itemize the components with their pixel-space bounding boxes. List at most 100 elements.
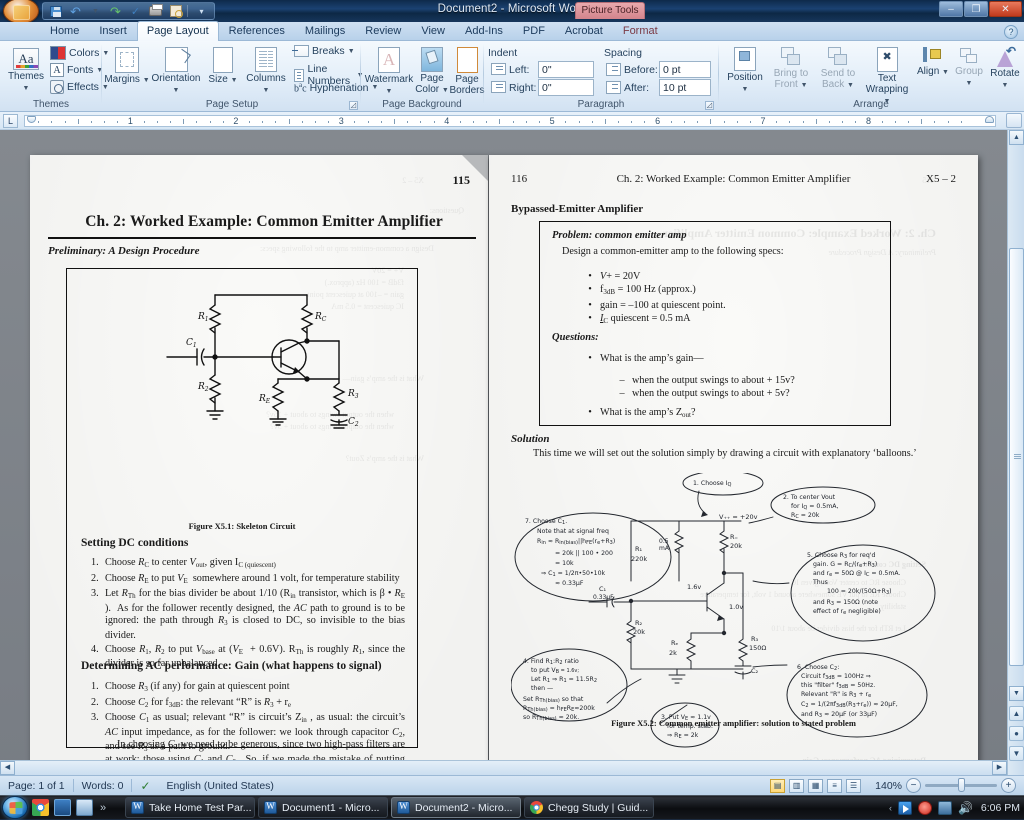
orientation-button[interactable]: Orientation ▼ <box>148 45 204 96</box>
close-button[interactable]: ✕ <box>989 1 1022 17</box>
tab-references[interactable]: References <box>219 21 295 41</box>
spacing-before-input[interactable]: 0 pt <box>659 61 711 78</box>
margins-button[interactable]: Margins ▼ <box>104 45 150 86</box>
antivirus-tray-icon[interactable] <box>917 801 932 815</box>
network-tray-icon[interactable] <box>937 801 952 815</box>
proofing-icon[interactable]: ✓ <box>132 778 158 794</box>
vertical-scrollbar[interactable]: ▲ ▼ ▲ ● ▼ <box>1007 130 1024 775</box>
outline-view-button[interactable]: ≡ <box>827 778 843 793</box>
list-item-text: What is the amp’s gain— <box>600 353 704 364</box>
scroll-left-arrow-icon[interactable]: ◀ <box>0 761 15 775</box>
tab-mailings[interactable]: Mailings <box>295 21 355 41</box>
tab-acrobat[interactable]: Acrobat <box>555 21 613 41</box>
minimize-button[interactable]: – <box>939 1 963 17</box>
align-button[interactable]: Align ▼ <box>915 45 951 78</box>
tab-stop-selector[interactable]: L <box>3 114 18 128</box>
scroll-right-arrow-icon[interactable]: ▶ <box>992 761 1007 775</box>
scroll-down-arrow-icon[interactable]: ▼ <box>1009 686 1024 701</box>
page-borders-button[interactable]: Page Borders <box>449 45 485 96</box>
word-count[interactable]: Words: 0 <box>74 778 132 794</box>
tab-add-ins[interactable]: Add-Ins <box>455 21 513 41</box>
right-indent-marker[interactable] <box>985 116 994 123</box>
system-clock[interactable]: 6:06 PM <box>981 802 1020 814</box>
indent-right-input[interactable]: 0" <box>538 79 594 96</box>
taskbar-button-document2[interactable]: Document2 - Micro... <box>391 797 521 818</box>
spacing-after-input[interactable]: 10 pt <box>659 79 711 96</box>
page-setup-dialog-launcher[interactable]: ◿ <box>349 101 358 110</box>
svg-text:R₌: R₌ <box>730 533 738 541</box>
ruler-view-toggle-icon[interactable] <box>1006 113 1022 128</box>
full-screen-reading-view-button[interactable]: ▥ <box>789 778 805 793</box>
breaks-button[interactable]: Breaks ▼ <box>292 45 355 57</box>
tab-view[interactable]: View <box>411 21 455 41</box>
tab-insert[interactable]: Insert <box>89 21 137 41</box>
zoom-slider-track[interactable] <box>925 778 997 792</box>
ruler-tick-label: 7 <box>760 116 766 126</box>
show-desktop-icon[interactable] <box>54 799 71 816</box>
vertical-scroll-thumb[interactable] <box>1009 248 1024 666</box>
horizontal-scrollbar[interactable]: ◀ ▶ <box>0 760 1007 775</box>
page-indicator[interactable]: Page: 1 of 1 <box>0 778 73 794</box>
tab-home[interactable]: Home <box>40 21 89 41</box>
tray-expand-icon[interactable]: ‹ <box>889 803 892 813</box>
start-button[interactable] <box>2 796 28 819</box>
send-to-back-button[interactable]: Send to Back ▼ <box>815 45 861 91</box>
quick-launch-overflow-button[interactable]: » <box>100 802 106 814</box>
rotate-button[interactable]: ↶ Rotate ▼ <box>987 45 1023 91</box>
svg-text:C₂: C₂ <box>751 667 759 675</box>
bring-to-front-button[interactable]: Bring to Front ▼ <box>767 45 815 91</box>
tab-review[interactable]: Review <box>355 21 411 41</box>
size-button[interactable]: Size ▼ <box>204 45 242 86</box>
columns-button[interactable]: Columns ▼ <box>242 45 290 96</box>
theme-fonts-button[interactable]: A Fonts ▼ <box>50 63 103 77</box>
tab-format[interactable]: Format <box>613 21 668 41</box>
page-color-button[interactable]: Page Color ▼ <box>415 45 449 96</box>
document-page-left[interactable]: X5 – 2 Questions: Design a common-emitte… <box>30 155 488 770</box>
taskbar-button-document1[interactable]: Document1 - Micro... <box>258 797 388 818</box>
svg-text:R₃: R₃ <box>751 635 759 643</box>
taskbar-button-take-home-test[interactable]: Take Home Test Par... <box>125 797 255 818</box>
annotated-solution-circuit: V₊₊ = +20v R₁ 220k 0.5 mA R₌ 20k C₁ 0.33… <box>511 473 936 748</box>
ruler-tick <box>591 121 593 123</box>
zoom-out-button[interactable]: − <box>906 778 921 793</box>
tab-pdf[interactable]: PDF <box>513 21 555 41</box>
taskbar-button-chegg-study[interactable]: Chegg Study | Guid... <box>524 797 654 818</box>
zoom-slider-handle[interactable] <box>958 778 965 792</box>
send-to-back-icon <box>828 47 848 67</box>
ruler-tick <box>301 121 303 123</box>
media-player-tray-icon[interactable] <box>897 801 912 815</box>
previous-page-button[interactable]: ▲ <box>1009 706 1024 721</box>
scroll-up-arrow-icon[interactable]: ▲ <box>1009 130 1024 145</box>
language-indicator[interactable]: English (United States) <box>159 778 282 794</box>
print-layout-view-button[interactable]: ▤ <box>770 778 786 793</box>
select-browse-object-button[interactable]: ● <box>1009 726 1024 741</box>
text-wrapping-button[interactable]: Text Wrapping ▼ <box>861 45 913 107</box>
web-layout-view-button[interactable]: ▦ <box>808 778 824 793</box>
chrome-icon[interactable] <box>32 799 49 816</box>
position-button[interactable]: Position ▼ <box>723 45 767 95</box>
zoom-level[interactable]: 140% <box>875 780 902 792</box>
document-canvas[interactable]: X5 – 2 Questions: Design a common-emitte… <box>0 130 1024 775</box>
indent-left-input[interactable]: 0" <box>538 61 594 78</box>
help-icon[interactable]: ? <box>1004 25 1018 39</box>
group-button[interactable]: Group ▼ <box>951 45 987 89</box>
left-page-heading: Ch. 2: Worked Example: Common Emitter Am… <box>85 213 443 230</box>
next-page-button[interactable]: ▼ <box>1009 746 1024 761</box>
horizontal-ruler[interactable]: L 1 2 3 4 5 6 7 8 <box>0 112 1024 130</box>
switch-windows-icon[interactable] <box>76 799 93 816</box>
volume-tray-icon[interactable]: 🔊 <box>958 801 973 815</box>
document-page-right[interactable]: 115 Ch. 2: Worked Example: Common Emitte… <box>489 155 978 770</box>
draft-view-button[interactable]: ☰ <box>846 778 862 793</box>
tab-page-layout[interactable]: Page Layout <box>136 21 219 41</box>
themes-button[interactable]: Aa Themes ▼ <box>4 46 48 94</box>
ruler-track[interactable]: 1 2 3 4 5 6 7 8 <box>24 115 996 127</box>
ruler-tick-label: 8 <box>865 116 871 126</box>
watermark-button[interactable]: A Watermark ▼ <box>363 45 415 97</box>
page-curl-decoration <box>462 155 488 181</box>
ruler-tick <box>855 121 857 123</box>
zoom-in-button[interactable]: + <box>1001 778 1016 793</box>
list-item: 1. Choose RC to center Vout, given IC (qu… <box>81 557 405 572</box>
ruler-tick <box>789 121 791 123</box>
paragraph-dialog-launcher[interactable]: ◿ <box>705 101 714 110</box>
restore-button[interactable]: ❐ <box>964 1 988 17</box>
